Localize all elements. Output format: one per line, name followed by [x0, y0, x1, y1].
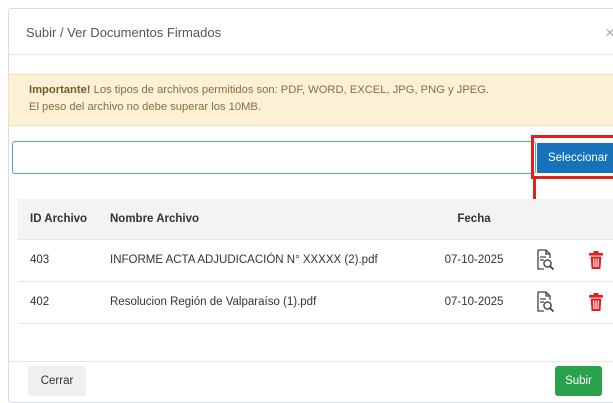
header-id: ID Archivo	[30, 212, 88, 225]
file-path-input[interactable]	[12, 141, 536, 174]
table-row: 402 Resolucion Región de Valparaíso (1).…	[18, 281, 613, 323]
table-header-row: ID Archivo Nombre Archivo Fecha	[18, 199, 613, 239]
header-date: Fecha	[457, 212, 491, 225]
documents-table: ID Archivo Nombre Archivo Fecha 403 INFO…	[18, 199, 613, 324]
modal-footer	[9, 361, 613, 403]
table-row: 403 INFORME ACTA ADJUDICACIÓN N° XXXXX (…	[18, 239, 613, 281]
warning-text-1: Los tipos de archivos permitidos son: PD…	[90, 84, 490, 96]
warning-line-1: Importante! Los tipos de archivos permit…	[29, 82, 613, 99]
warning-strong: Importante!	[29, 84, 91, 96]
row-id: 402	[30, 296, 50, 308]
row-id: 403	[30, 254, 50, 266]
trash-icon[interactable]	[588, 292, 604, 312]
view-document-icon[interactable]	[535, 249, 555, 271]
upload-button[interactable]: Subir	[555, 366, 602, 396]
file-type-warning: Importante! Los tipos de archivos permit…	[8, 74, 613, 126]
view-document-icon[interactable]	[535, 291, 555, 313]
warning-text-2: El peso del archivo no debe superar los …	[29, 101, 261, 113]
modal-title: Subir / Ver Documentos Firmados	[26, 25, 222, 40]
modal-header: Subir / Ver Documentos Firmados ×	[9, 9, 613, 55]
row-filename: Resolucion Región de Valparaíso (1).pdf	[110, 296, 317, 308]
row-filename: INFORME ACTA ADJUDICACIÓN N° XXXXX (2).p…	[110, 254, 378, 266]
row-date: 07-10-2025	[444, 296, 504, 308]
header-name: Nombre Archivo	[110, 212, 200, 225]
row-date: 07-10-2025	[444, 254, 504, 266]
close-button[interactable]: Cerrar	[28, 366, 86, 396]
trash-icon[interactable]	[588, 250, 604, 270]
close-icon[interactable]: ×	[605, 23, 613, 43]
select-file-button[interactable]: Seleccionar	[537, 143, 613, 173]
